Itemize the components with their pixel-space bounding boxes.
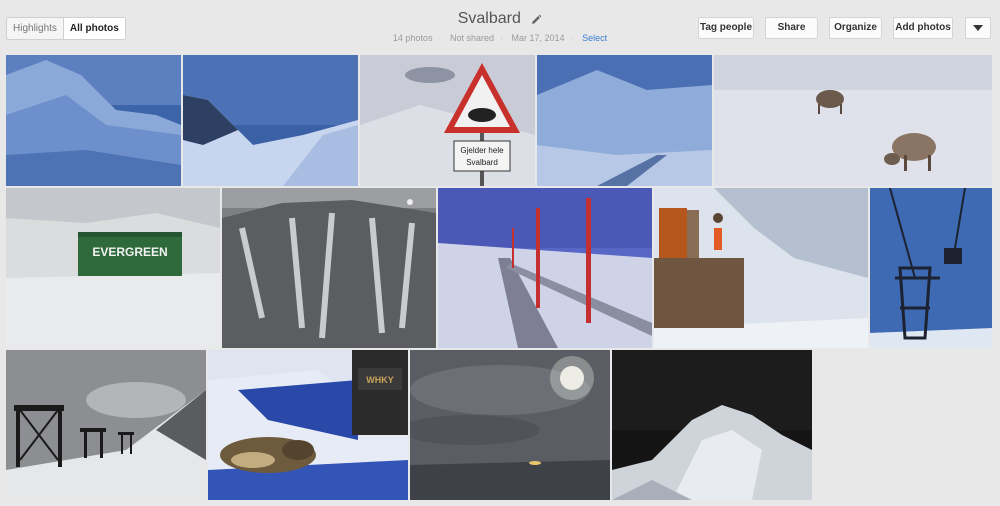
sign-text-line2: Svalbard [466, 158, 498, 167]
tab-all-photos[interactable]: All photos [62, 18, 125, 39]
organize-button[interactable]: Organize [829, 17, 882, 39]
album-toolbar: Highlights All photos Svalbard 14 photos… [0, 0, 1000, 54]
sign-text-line1: Gjelder hele [460, 146, 504, 155]
share-button[interactable]: Share [765, 17, 818, 39]
pencil-icon[interactable] [530, 13, 542, 25]
photo-snowy-mountain-blue[interactable] [6, 55, 181, 186]
chevron-down-icon [973, 25, 983, 31]
photo-snow-pile-night[interactable] [612, 350, 812, 500]
photo-cable-car-tower[interactable] [870, 188, 992, 348]
photo-reindeer-grazing[interactable] [714, 55, 992, 186]
more-options-button[interactable] [965, 17, 991, 39]
tab-highlights[interactable]: Highlights [7, 18, 63, 39]
photo-mountain-bw[interactable] [222, 188, 436, 348]
photo-count: 14 photos [392, 33, 433, 44]
photo-mining-towers-bw[interactable] [6, 350, 206, 500]
add-photos-button[interactable]: Add photos [893, 17, 953, 39]
album-date: Mar 17, 2014 [511, 33, 565, 44]
photo-evergreen-container[interactable]: EVERGREEN [6, 188, 220, 348]
select-link[interactable]: Select [582, 33, 607, 43]
photo-sleeping-husky[interactable]: WHKY [208, 350, 408, 500]
photo-polar-bear-sign[interactable]: Gjelder hele Svalbard [360, 55, 535, 186]
sharing-status: Not shared [449, 33, 494, 44]
photo-mountain-slope-dusk[interactable] [183, 55, 358, 186]
album-title: Svalbard [457, 10, 521, 27]
album-meta: 14 photos · Not shared · Mar 17, 2014 · Sel… [392, 33, 608, 44]
photo-valley-road[interactable] [537, 55, 712, 186]
photo-moon-cloudy-sky[interactable] [410, 350, 610, 500]
tag-people-button[interactable]: Tag people [698, 17, 754, 39]
album-header: Svalbard 14 photos · Not shared · Mar 17, … [340, 10, 660, 43]
view-tabs: Highlights All photos [6, 17, 126, 40]
photo-person-on-platform[interactable] [654, 188, 868, 348]
photo-red-poles-road[interactable] [438, 188, 652, 348]
container-label: EVERGREEN [92, 245, 167, 259]
box-label: WHKY [366, 375, 394, 385]
